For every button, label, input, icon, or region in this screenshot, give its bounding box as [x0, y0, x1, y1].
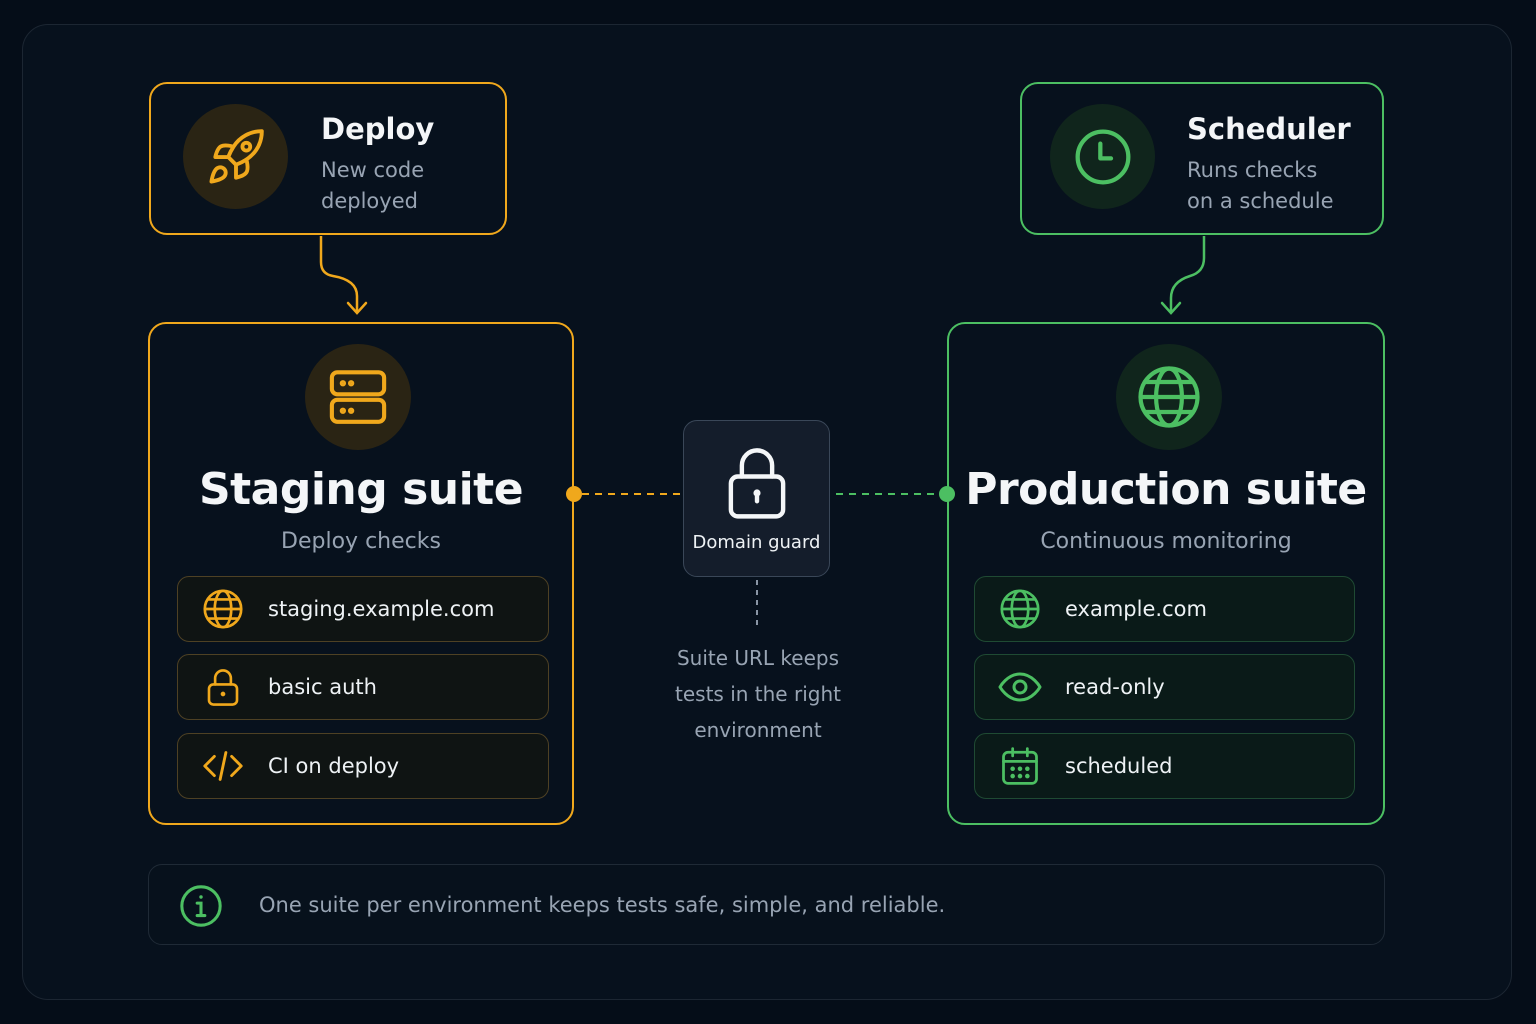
staging-title: Staging suite — [198, 464, 524, 515]
clock-icon — [1050, 104, 1155, 209]
lock-icon — [178, 666, 268, 708]
staging-subtitle: Deploy checks — [281, 529, 441, 554]
scheduler-to-production-arrow — [1169, 236, 1206, 312]
staging-item-domain: staging.example.com — [177, 576, 549, 642]
deploy-title: Deploy — [321, 112, 435, 146]
production-item-readonly: read-only — [974, 654, 1355, 720]
eye-icon — [975, 663, 1065, 711]
deploy-to-staging-arrow — [319, 236, 359, 312]
production-item-label: scheduled — [1065, 754, 1173, 778]
staging-item-label: CI on deploy — [268, 754, 400, 778]
server-icon — [305, 344, 411, 450]
code-icon — [178, 743, 268, 789]
production-item-label: example.com — [1065, 597, 1207, 621]
staging-item-label: basic auth — [268, 675, 377, 699]
scheduler-subtitle-line2: on a schedule — [1187, 189, 1334, 213]
domain-guard-node: Domain guard — [683, 420, 830, 577]
staging-item-ci: CI on deploy — [177, 733, 549, 799]
production-title: Production suite — [965, 464, 1367, 515]
scheduler-title: Scheduler — [1187, 112, 1351, 146]
scheduler-subtitle-line1: Runs checks — [1187, 158, 1318, 182]
deploy-trigger-card: Deploy New code deployed — [149, 82, 507, 235]
domain-guard-note: Suite URL keeps tests in the right envir… — [640, 640, 876, 748]
scheduler-trigger-card: Scheduler Runs checks on a schedule — [1020, 82, 1384, 235]
production-item-scheduled: scheduled — [974, 733, 1355, 799]
globe-icon — [178, 586, 268, 632]
info-icon — [180, 885, 222, 927]
production-item-domain: example.com — [974, 576, 1355, 642]
globe-icon — [975, 586, 1065, 632]
production-item-label: read-only — [1065, 675, 1165, 699]
domain-guard-label: Domain guard — [692, 532, 821, 553]
deploy-subtitle-line1: New code — [321, 158, 425, 182]
staging-item-auth: basic auth — [177, 654, 549, 720]
info-text: One suite per environment keeps tests sa… — [259, 893, 946, 917]
padlock-icon — [728, 448, 786, 519]
note-line: environment — [694, 718, 822, 742]
deploy-subtitle-line2: deployed — [321, 189, 418, 213]
calendar-icon — [975, 744, 1065, 788]
globe-icon — [1116, 344, 1222, 450]
note-line: tests in the right — [675, 682, 841, 706]
production-subtitle: Continuous monitoring — [1040, 529, 1292, 554]
rocket-icon — [183, 104, 288, 209]
note-line: Suite URL keeps — [676, 646, 840, 670]
info-banner: One suite per environment keeps tests sa… — [148, 864, 1385, 945]
staging-item-label: staging.example.com — [268, 597, 495, 621]
